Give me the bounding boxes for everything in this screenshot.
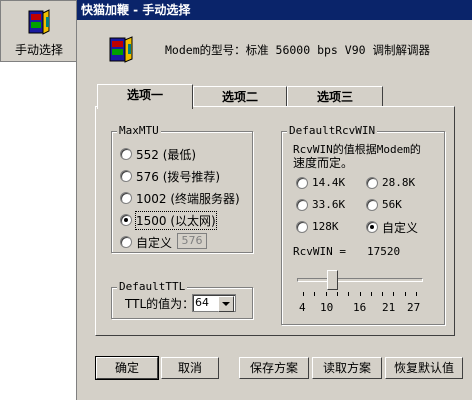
- radio-label: 14.4K: [312, 176, 346, 189]
- mtu-custom-input[interactable]: 576: [177, 233, 207, 249]
- radio-mtu-576[interactable]: [120, 170, 132, 182]
- radio-label: 33.6K: [312, 198, 346, 211]
- radio-mtu-1002[interactable]: [120, 192, 132, 204]
- modem-book-icon: [28, 9, 50, 35]
- tab-label: 选项三: [316, 90, 353, 104]
- radio-rcv-56k[interactable]: [366, 199, 378, 211]
- radio-label: 552 (最低): [136, 148, 197, 162]
- radio-label: 56K: [382, 198, 402, 211]
- slider-tick: [371, 292, 372, 296]
- slider-tick: [382, 292, 383, 296]
- radio-label: 128K: [312, 220, 339, 233]
- tick-label: 16: [353, 301, 367, 314]
- radio-rcv-128k[interactable]: [296, 221, 308, 233]
- tab-label: 选项二: [221, 90, 258, 104]
- radio-rcv-custom[interactable]: [366, 221, 378, 233]
- slider-track: [297, 278, 423, 282]
- radio-label: 1500 (以太网): [135, 211, 217, 230]
- radio-label: 自定义: [136, 236, 173, 250]
- tab-label: 选项一: [126, 88, 163, 102]
- modem-book-icon: [109, 36, 133, 63]
- radio-rcv-14-4k[interactable]: [296, 177, 308, 189]
- radio-mtu-552[interactable]: [120, 148, 132, 160]
- rcvwin-desc-line2: 速度而定。: [293, 156, 354, 170]
- radio-label: 1002 (终端服务器): [136, 192, 240, 206]
- ttl-value: 64: [195, 296, 209, 309]
- load-scheme-button[interactable]: 读取方案: [312, 357, 382, 379]
- radio-label: 576 (拨号推荐): [136, 170, 221, 184]
- slider-ticks: [303, 292, 417, 296]
- restore-defaults-button[interactable]: 恢复默认值: [385, 357, 463, 379]
- slider-tick: [337, 292, 338, 296]
- rcvwin-value: 17520: [367, 245, 401, 258]
- launcher-manual-select[interactable]: 手动选择: [0, 0, 78, 62]
- tick-label: 27: [407, 301, 421, 314]
- chevron-down-icon[interactable]: [218, 296, 234, 312]
- ttl-label: TTL的值为：: [125, 297, 195, 311]
- slider-tick: [416, 292, 417, 296]
- tick-label: 4: [299, 301, 306, 314]
- radio-label: 28.8K: [382, 176, 416, 189]
- radio-rcv-33-6k[interactable]: [296, 199, 308, 211]
- slider-tick: [326, 292, 327, 296]
- slider-tick: [303, 292, 304, 296]
- tab-option-2[interactable]: 选项二: [193, 86, 287, 108]
- tab-option-3[interactable]: 选项三: [287, 86, 383, 108]
- slider-tick: [393, 292, 394, 296]
- maxmtu-title: MaxMTU: [117, 124, 161, 137]
- rcvwin-title: DefaultRcvWIN: [287, 124, 378, 137]
- title-bar[interactable]: 快猫加鞭 - 手动选择: [77, 0, 472, 20]
- radio-rcv-28-8k[interactable]: [366, 177, 378, 189]
- save-scheme-button[interactable]: 保存方案: [239, 357, 309, 379]
- rcvwin-value-label: RcvWIN =: [293, 245, 346, 258]
- tick-label: 10: [320, 301, 334, 314]
- tab-option-1[interactable]: 选项一: [97, 84, 193, 109]
- defaultttl-title: DefaultTTL: [117, 280, 188, 293]
- slider-tick: [348, 292, 349, 296]
- cancel-button[interactable]: 取消: [161, 357, 219, 379]
- rcvwin-slider[interactable]: [297, 270, 423, 294]
- window-title: 快猫加鞭 - 手动选择: [81, 3, 191, 17]
- slider-thumb[interactable]: [327, 270, 338, 290]
- radio-mtu-custom[interactable]: [120, 236, 132, 248]
- radio-mtu-1500[interactable]: [120, 214, 132, 226]
- slider-tick: [360, 292, 361, 296]
- ok-button[interactable]: 确定: [95, 356, 159, 380]
- radio-label: 自定义: [382, 221, 419, 235]
- tick-label: 21: [382, 301, 396, 314]
- dialog-window: 快猫加鞭 - 手动选择 Modem的型号：标准 56000 bps V90 调制…: [76, 0, 472, 400]
- modem-model-text: Modem的型号：标准 56000 bps V90 调制解调器: [165, 43, 430, 57]
- slider-tick: [314, 292, 315, 296]
- launcher-label: 手动选择: [14, 43, 63, 57]
- ttl-select[interactable]: 64: [192, 294, 236, 312]
- slider-tick: [405, 292, 406, 296]
